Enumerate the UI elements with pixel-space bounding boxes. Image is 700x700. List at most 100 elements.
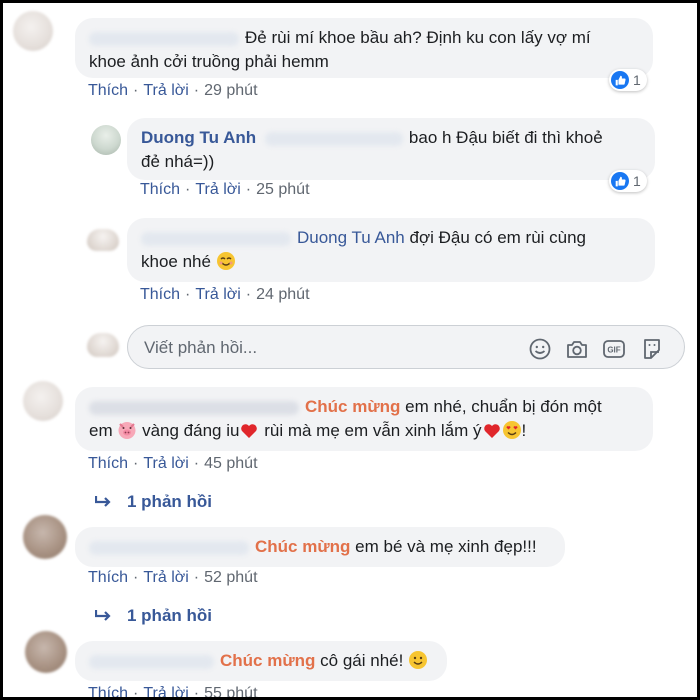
- separator: ·: [193, 82, 200, 99]
- reply-button[interactable]: Trả lời: [143, 685, 188, 697]
- reply-button[interactable]: Trả lời: [143, 569, 188, 586]
- comment-text: !: [521, 421, 527, 440]
- comment-text: em bé và mẹ xinh đẹp!!!: [355, 537, 537, 556]
- like-icon: [611, 172, 629, 190]
- separator: ·: [133, 569, 139, 586]
- red-heart-icon: [241, 424, 258, 438]
- reply-button[interactable]: Trả lời: [143, 455, 188, 472]
- smiling-face-emoji-icon: [216, 252, 235, 270]
- timestamp[interactable]: 55 phút: [204, 685, 257, 697]
- separator: ·: [245, 181, 252, 198]
- like-button[interactable]: Thích: [140, 286, 180, 303]
- comment-text-line2: đẻ nhá=)): [141, 152, 215, 171]
- red-heart-icon: [483, 424, 500, 438]
- comment-line2: khoe nhé: [141, 250, 641, 274]
- reply-bubble: Duong Tu Anh đợi Đậu có em rùi cùng khoe…: [127, 218, 655, 282]
- separator: ·: [245, 286, 252, 303]
- separator: ·: [133, 685, 139, 700]
- mention-link[interactable]: Duong Tu Anh: [297, 228, 405, 247]
- comment-bubble: Chúc mừng em bé và mẹ xinh đẹp!!!: [75, 527, 565, 567]
- reply-button[interactable]: Trả lời: [195, 181, 240, 198]
- comment-line: Chúc mừng em nhé, chuẩn bị đón một: [89, 395, 639, 419]
- sticker-icon[interactable]: [640, 337, 664, 361]
- author-name[interactable]: Duong Tu Anh: [141, 128, 256, 147]
- highlighted-text: Chúc mừng: [220, 651, 316, 670]
- reply-input[interactable]: [142, 335, 506, 361]
- separator: ·: [193, 569, 200, 586]
- reaction-number: 1: [633, 173, 641, 189]
- reply-input-box[interactable]: GIF: [127, 325, 685, 369]
- comment-line: Chúc mừng cô gái nhé!: [89, 649, 433, 673]
- view-replies-link[interactable]: 1 phản hồi: [95, 606, 212, 626]
- camera-icon[interactable]: [565, 337, 589, 361]
- comment-text: Đẻ rùi mí khoe bầu ah? Định ku con lấy v…: [245, 28, 591, 47]
- avatar[interactable]: [25, 631, 67, 673]
- like-button[interactable]: Thích: [88, 455, 128, 472]
- timestamp[interactable]: 29 phút: [204, 82, 257, 99]
- avatar[interactable]: [13, 11, 53, 51]
- reply-arrow-icon: [95, 610, 111, 621]
- comment-actions: Thích · Trả lời · 45 phút: [88, 455, 258, 473]
- highlighted-text: Chúc mừng: [255, 537, 351, 556]
- reaction-count[interactable]: 1: [609, 170, 647, 192]
- avatar[interactable]: [23, 381, 63, 421]
- reaction-number: 1: [633, 72, 641, 88]
- like-button[interactable]: Thích: [140, 181, 180, 198]
- comment-text: đợi Đậu có em rùi cùng: [409, 228, 587, 247]
- author-name-redacted[interactable]: [89, 31, 239, 46]
- comment-text: vàng đáng iu: [142, 421, 240, 440]
- timestamp[interactable]: 24 phút: [256, 286, 309, 303]
- comment-text: cô gái nhé!: [320, 651, 404, 670]
- comment-text-line2: khoe nhé: [141, 252, 211, 271]
- author-name-redacted[interactable]: [89, 540, 249, 555]
- separator: ·: [133, 455, 139, 472]
- comment-bubble: Đẻ rùi mí khoe bầu ah? Định ku con lấy v…: [75, 18, 653, 78]
- smiley-icon[interactable]: [528, 337, 552, 361]
- comment-actions: Thích · Trả lời · 25 phút: [140, 181, 310, 199]
- comment-text: em: [89, 421, 113, 440]
- like-button[interactable]: Thích: [88, 82, 128, 99]
- reply-arrow-icon: [95, 496, 111, 507]
- highlighted-text: Chúc mừng: [305, 397, 401, 416]
- author-name-redacted[interactable]: [89, 654, 214, 669]
- screenshot-frame: Đẻ rùi mí khoe bầu ah? Định ku con lấy v…: [0, 0, 700, 700]
- timestamp[interactable]: 45 phút: [204, 455, 257, 472]
- comment-actions: Thích · Trả lời · 29 phút: [88, 82, 258, 100]
- like-button[interactable]: Thích: [88, 569, 128, 586]
- reply-button[interactable]: Trả lời: [195, 286, 240, 303]
- replies-count-label: 1 phản hồi: [127, 492, 212, 511]
- reply-bubble: Duong Tu Anh bao h Đậu biết đi thì khoẻ …: [127, 118, 655, 180]
- comment-text: em nhé, chuẩn bị đón một: [405, 397, 602, 416]
- separator: ·: [193, 455, 200, 472]
- like-button[interactable]: Thích: [88, 685, 128, 697]
- comment-bubble: Chúc mừng em nhé, chuẩn bị đón một em và…: [75, 387, 653, 451]
- view-replies-link[interactable]: 1 phản hồi: [95, 492, 212, 512]
- avatar[interactable]: [87, 229, 119, 251]
- comment-line: Đẻ rùi mí khoe bầu ah? Định ku con lấy v…: [89, 26, 639, 50]
- author-name-redacted[interactable]: [141, 231, 291, 246]
- avatar: [87, 333, 119, 357]
- timestamp[interactable]: 25 phút: [256, 181, 309, 198]
- separator: ·: [133, 82, 139, 99]
- comment-actions: Thích · Trả lời · 55 phút: [88, 685, 258, 700]
- separator: ·: [193, 685, 200, 700]
- smiling-face-emoji-icon: [409, 651, 428, 669]
- reaction-count[interactable]: 1: [609, 69, 647, 91]
- comment-line: Chúc mừng em bé và mẹ xinh đẹp!!!: [89, 535, 551, 559]
- mention-redacted[interactable]: [264, 131, 403, 146]
- reply-button[interactable]: Trả lời: [143, 82, 188, 99]
- timestamp[interactable]: 52 phút: [204, 569, 257, 586]
- avatar[interactable]: [91, 125, 121, 155]
- separator: ·: [185, 181, 191, 198]
- comment-line: Duong Tu Anh bao h Đậu biết đi thì khoẻ: [141, 126, 641, 150]
- gif-icon[interactable]: GIF: [602, 337, 626, 361]
- heart-eyes-emoji-icon: [502, 421, 521, 439]
- comment-text: rùi mà mẹ em vẫn xinh lắm ý: [264, 421, 482, 440]
- separator: ·: [185, 286, 191, 303]
- replies-count-label: 1 phản hồi: [127, 606, 212, 625]
- comment-text: bao h Đậu biết đi thì khoẻ: [408, 128, 603, 147]
- author-name-redacted[interactable]: [89, 400, 299, 415]
- comment-text-line2: khoe ảnh cởi truồng phải hemm: [89, 52, 329, 71]
- comment-actions: Thích · Trả lời · 24 phút: [140, 286, 310, 304]
- avatar[interactable]: [23, 515, 67, 559]
